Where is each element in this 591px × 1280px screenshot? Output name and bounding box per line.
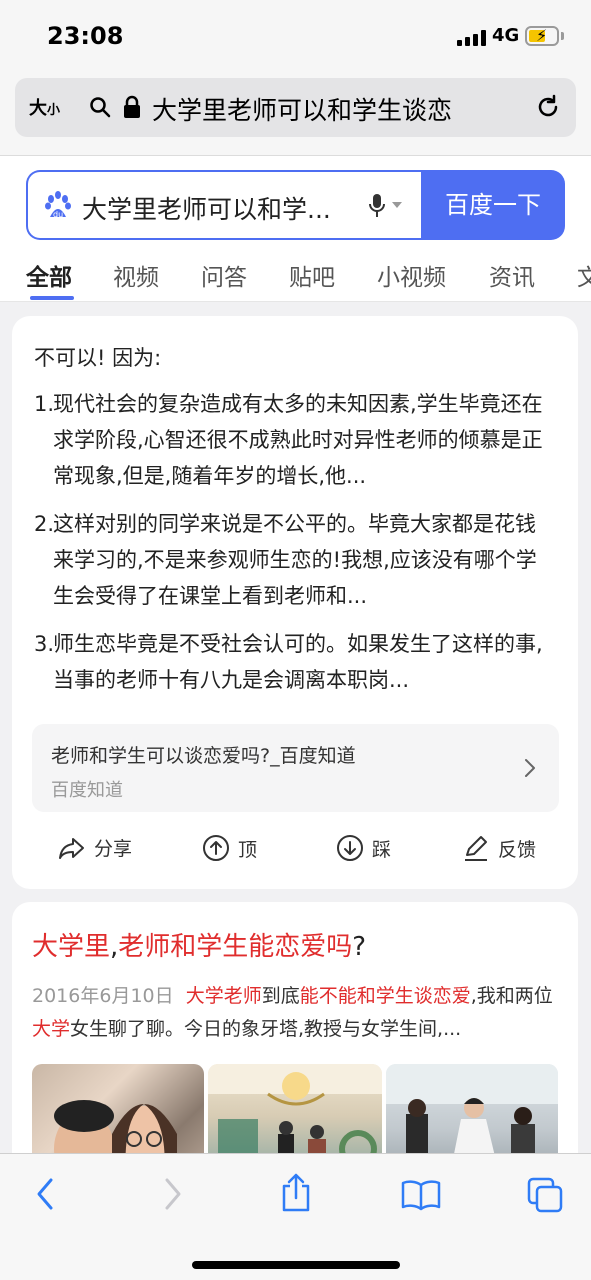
source-link[interactable]: 老师和学生可以谈恋爱吗?_百度知道 百度知道 — [32, 724, 559, 812]
share-label: 分享 — [94, 838, 133, 860]
item-number: 2. — [34, 512, 55, 536]
back-icon[interactable] — [34, 1176, 56, 1212]
item-number: 1. — [34, 392, 55, 416]
title-text: ? — [352, 932, 367, 962]
answer-intro: 不可以! 因为: — [34, 346, 162, 370]
chevron-right-icon — [525, 759, 535, 777]
tab-more[interactable]: 文 — [577, 258, 591, 292]
search-input[interactable]: du 大学里老师可以和学... — [26, 170, 422, 240]
battery-tip — [561, 32, 564, 40]
downvote-label: 踩 — [372, 838, 392, 861]
answer-actions: 分享 顶 踩 反馈 — [12, 830, 578, 870]
pencil-icon — [465, 836, 487, 861]
upvote-button[interactable]: 顶 — [202, 834, 257, 862]
address-bar-area: 大小 大学里老师可以和学生谈恋 — [0, 72, 591, 156]
browser-toolbar — [0, 1153, 591, 1280]
search-button[interactable]: 百度一下 — [421, 170, 565, 240]
lock-icon — [124, 95, 140, 118]
bookmarks-icon[interactable] — [401, 1179, 441, 1211]
item-number: 3. — [34, 632, 55, 656]
address-bar[interactable]: 大小 大学里老师可以和学生谈恋 — [15, 78, 576, 137]
result-tabs: 全部 视频 问答 贴吧 小视频 资讯 文 — [0, 256, 591, 302]
chevron-down-icon[interactable] — [392, 202, 402, 208]
share-icon — [59, 837, 84, 859]
snippet-highlight: 大学老师 — [185, 985, 262, 1007]
feedback-label: 反馈 — [498, 838, 537, 861]
source-title: 老师和学生可以谈恋爱吗?_百度知道 — [51, 745, 356, 767]
downvote-button[interactable]: 踩 — [336, 834, 391, 862]
text-size-small: 小 — [47, 103, 61, 118]
feedback-button[interactable]: 反馈 — [462, 834, 536, 862]
microphone-icon[interactable] — [368, 192, 386, 220]
search-query: 大学里老师可以和学... — [82, 195, 331, 224]
item-text: 现代社会的复杂造成有太多的未知因素,学生毕竟还在求学阶段,心智还很不成熟此时对异… — [53, 392, 543, 488]
arrow-up-circle-icon — [203, 835, 229, 861]
tabs-icon[interactable] — [526, 1176, 564, 1214]
answer-item: 2. 这样对别的同学来说是不公平的。毕竟大家都是花钱来学习的,不是来参观师生恋的… — [34, 506, 554, 614]
battery-icon: ⚡ — [525, 26, 559, 46]
tab-short-video[interactable]: 小视频 — [377, 258, 446, 292]
search-header: du 大学里老师可以和学... 百度一下 全部 视频 问答 贴吧 小视频 资讯 … — [0, 156, 591, 302]
signal-icon — [457, 30, 486, 46]
share-button[interactable]: 分享 — [58, 834, 132, 861]
snippet-highlight: 大学 — [32, 1018, 71, 1040]
svg-text:du: du — [53, 210, 63, 219]
item-text: 师生恋毕竟是不受社会认可的。如果发生了这样的事,当事的老师十有八九是会调离本职岗… — [53, 632, 543, 692]
baidu-paw-icon: du — [45, 191, 71, 219]
reload-icon[interactable] — [535, 94, 561, 120]
result-date: 2016年6月10日 — [32, 985, 174, 1007]
home-indicator — [192, 1261, 400, 1269]
text-size-label: 大 — [29, 98, 47, 119]
snippet-text: 女生聊了聊。今日的象牙塔,教授与女学生间,... — [70, 1018, 462, 1040]
answer-item: 1. 现代社会的复杂造成有太多的未知因素,学生毕竟还在求学阶段,心智还很不成熟此… — [34, 386, 554, 494]
active-tab-indicator — [30, 296, 74, 300]
network-type: 4G — [492, 25, 520, 46]
snippet-text: ,我和两位 — [470, 985, 553, 1007]
snippet-text: 到底 — [261, 985, 300, 1007]
text-size-button[interactable]: 大小 — [29, 94, 60, 120]
arrow-down-circle-icon — [337, 835, 363, 861]
answer-card: 不可以! 因为: 1. 现代社会的复杂造成有太多的未知因素,学生毕竟还在求学阶段… — [12, 316, 578, 889]
tab-all[interactable]: 全部 — [26, 258, 72, 292]
item-text: 这样对别的同学来说是不公平的。毕竟大家都是花钱来学习的,不是来参观师生恋的!我想… — [53, 512, 537, 608]
source-site: 百度知道 — [51, 780, 123, 801]
status-bar: 23:08 4G ⚡ — [0, 0, 591, 72]
status-time: 23:08 — [47, 22, 124, 50]
answer-item: 3. 师生恋毕竟是不受社会认可的。如果发生了这样的事,当事的老师十有八九是会调离… — [34, 626, 554, 698]
url-text[interactable]: 大学里老师可以和学生谈恋 — [152, 91, 507, 127]
upvote-label: 顶 — [238, 838, 258, 861]
forward-icon[interactable] — [162, 1176, 184, 1212]
result-snippet: 2016年6月10日 大学老师到底能不能和学生谈恋爱,我和两位大学女生聊了聊。今… — [32, 980, 562, 1046]
title-highlight: 大学里 — [32, 932, 111, 962]
snippet-highlight: 能不能和学生谈恋爱 — [299, 985, 471, 1007]
title-highlight: 老师和学生能恋爱吗 — [118, 932, 353, 962]
share-sheet-icon[interactable] — [280, 1172, 312, 1212]
search-icon — [90, 97, 111, 118]
tab-qa[interactable]: 问答 — [201, 258, 247, 292]
tab-video[interactable]: 视频 — [113, 258, 159, 292]
tab-tieba[interactable]: 贴吧 — [289, 258, 335, 292]
tab-news[interactable]: 资讯 — [489, 258, 535, 292]
result-title[interactable]: 大学里,老师和学生能恋爱吗? — [32, 926, 366, 963]
